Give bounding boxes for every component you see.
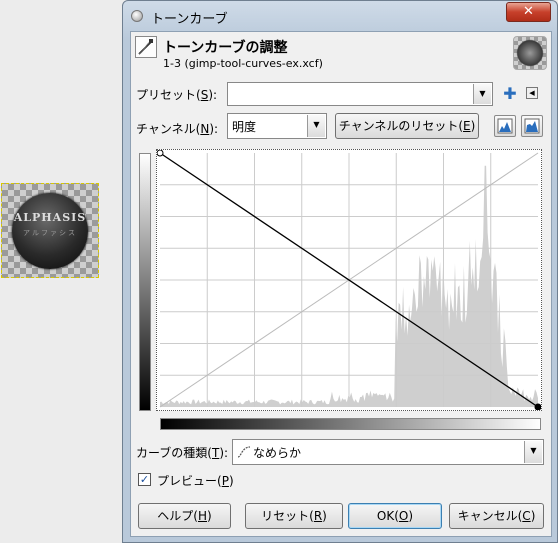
- channel-combo[interactable]: 明度 ▼: [227, 113, 327, 139]
- input-gradient-bar: [160, 418, 541, 430]
- curve-control-point[interactable]: [156, 149, 164, 157]
- curve-control-point[interactable]: [534, 403, 542, 411]
- image-thumbnail[interactable]: ALPHASIS アルファシス: [1, 183, 99, 278]
- dialog-body: トーンカーブの調整 1-3 (gimp-tool-curves-ex.xcf) …: [130, 31, 552, 537]
- image-name: 1-3 (gimp-tool-curves-ex.xcf): [163, 57, 323, 70]
- curve-type-label: カーブの種類(T):: [136, 446, 229, 460]
- image-preview-thumbnail: [513, 36, 547, 70]
- preset-label: プリセット(S):: [136, 88, 218, 102]
- image-canvas[interactable]: ALPHASIS アルファシス: [0, 0, 122, 543]
- preview-label: プレビュー(P): [157, 474, 234, 488]
- window-title: トーンカーブ: [151, 12, 228, 27]
- app-icon: [131, 10, 143, 22]
- thumbnail-subtext: アルファシス: [23, 229, 77, 237]
- curve-type-value: なめらか: [253, 446, 302, 460]
- preview-checkbox[interactable]: ✓: [138, 473, 151, 486]
- chevron-down-icon[interactable]: ▼: [307, 115, 325, 137]
- reset-channel-button[interactable]: チャンネルのリセット(E): [335, 113, 479, 139]
- title-bar[interactable]: トーンカーブ ✕: [123, 1, 557, 31]
- curve-graph[interactable]: [156, 149, 542, 411]
- preset-menu-icon[interactable]: ◀: [526, 87, 538, 99]
- thumbnail-text: ALPHASIS: [13, 211, 87, 224]
- channel-value: 明度: [232, 120, 257, 134]
- output-gradient-bar: [139, 153, 151, 411]
- preset-combo[interactable]: ▼: [227, 82, 493, 106]
- ok-button[interactable]: OK(O): [348, 503, 442, 529]
- channel-label: チャンネル(N):: [136, 122, 219, 136]
- curve-type-combo[interactable]: なめらか ▼: [232, 439, 544, 465]
- curve-plot[interactable]: [156, 149, 542, 411]
- dialog-heading: トーンカーブの調整: [163, 40, 288, 56]
- log-histogram-icon[interactable]: [521, 115, 543, 137]
- close-button[interactable]: ✕: [506, 2, 551, 22]
- chevron-down-icon[interactable]: ▼: [524, 441, 542, 463]
- linear-histogram-icon[interactable]: [494, 115, 516, 137]
- curves-dialog: トーンカーブ ✕ トーンカーブの調整 1-3 (gimp-tool-curves…: [122, 0, 558, 543]
- chevron-down-icon[interactable]: ▼: [473, 84, 491, 104]
- add-preset-icon[interactable]: ✚: [503, 86, 517, 102]
- curves-tool-icon: [135, 36, 157, 58]
- cancel-button[interactable]: キャンセル(C): [449, 503, 544, 529]
- smooth-curve-icon: [237, 445, 251, 462]
- help-button[interactable]: ヘルプ(H): [138, 503, 231, 529]
- reset-button[interactable]: リセット(R): [245, 503, 343, 529]
